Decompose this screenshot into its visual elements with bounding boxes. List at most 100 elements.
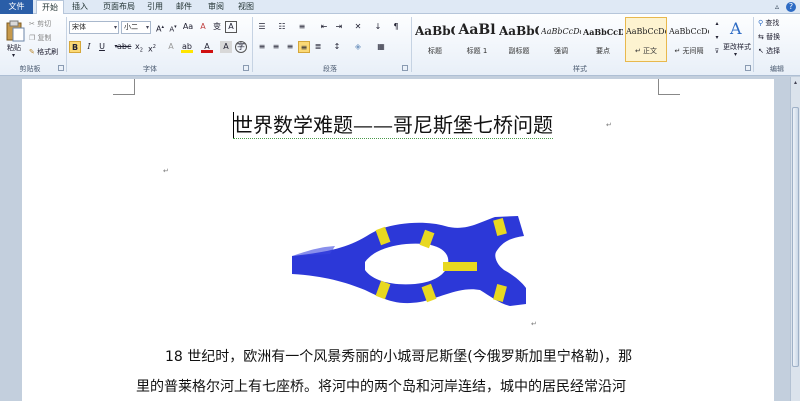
style-name: 副标题 bbox=[508, 47, 530, 55]
style-name: 标题 1 bbox=[466, 47, 488, 55]
style-sample: AaBbCcDd bbox=[669, 27, 709, 36]
konigsberg-bridges-image[interactable] bbox=[290, 212, 530, 312]
font-dialog-launcher-icon[interactable] bbox=[243, 65, 249, 71]
editing-group-label: 编辑 bbox=[770, 65, 784, 73]
font-name-value: 宋体 bbox=[72, 23, 86, 31]
scrollbar-thumb[interactable] bbox=[792, 107, 799, 367]
multilevel-list-icon[interactable]: ≡ bbox=[296, 21, 308, 33]
style-emphasis[interactable]: AaBbCcDd 强调 bbox=[540, 17, 582, 62]
style-no-spacing[interactable]: AaBbCcDd ↵ 无间隔 bbox=[668, 17, 710, 62]
clipboard-dialog-launcher-icon[interactable] bbox=[58, 65, 64, 71]
text-cursor bbox=[233, 112, 234, 138]
minimize-ribbon-icon[interactable]: ▵ bbox=[772, 2, 782, 12]
find-label: 查找 bbox=[765, 19, 780, 27]
italic-button[interactable]: I bbox=[83, 41, 95, 53]
help-icon[interactable]: ? bbox=[786, 2, 796, 12]
style-strong[interactable]: AaBbCcD 要点 bbox=[582, 17, 624, 62]
paragraph-dialog-launcher-icon[interactable] bbox=[402, 65, 408, 71]
replace-button[interactable]: ⇆ 替换 bbox=[757, 31, 797, 43]
increase-indent-icon[interactable]: ⇥ bbox=[333, 21, 345, 33]
style-heading-1[interactable]: AaBl 标题 1 bbox=[456, 17, 498, 62]
ribbon: 粘贴 ▾ ✂ 剪切 ❐ 复制 ✎ 格式刷 剪贴板 宋体 ▾ 小二 ▾ A▴ A▾… bbox=[0, 14, 800, 76]
superscript-button[interactable]: x2 bbox=[146, 41, 158, 54]
align-center-icon[interactable]: ≡ bbox=[270, 41, 282, 53]
group-divider bbox=[66, 17, 67, 72]
margin-marker-top-right bbox=[658, 79, 680, 95]
tab-references[interactable]: 引用 bbox=[143, 0, 167, 14]
style-sample: AaBbCcDd bbox=[541, 27, 581, 36]
binoculars-icon: ⚲ bbox=[758, 19, 764, 27]
font-name-combo[interactable]: 宋体 ▾ bbox=[69, 21, 119, 34]
shrink-font-icon[interactable]: A▾ bbox=[167, 21, 179, 33]
style-sample: AaBbCcD bbox=[583, 27, 623, 37]
grow-font-icon[interactable]: A▴ bbox=[154, 21, 166, 34]
chevron-down-icon: ▾ bbox=[12, 52, 16, 59]
sort-icon[interactable]: ↓ bbox=[372, 21, 384, 33]
phonetic-guide-icon[interactable]: 变 bbox=[211, 21, 223, 33]
chevron-down-icon: ▾ bbox=[113, 24, 117, 31]
style-name: ↵ 正文 bbox=[634, 47, 658, 55]
style-name: 要点 bbox=[596, 47, 610, 55]
bold-button[interactable]: B bbox=[69, 41, 81, 53]
select-label: 选择 bbox=[766, 47, 781, 55]
tab-file[interactable]: 文件 bbox=[0, 0, 33, 14]
char-shading-icon[interactable]: A bbox=[220, 41, 232, 53]
justify-icon[interactable]: ≡ bbox=[298, 41, 310, 53]
align-right-icon[interactable]: ≡ bbox=[284, 41, 296, 53]
scissors-icon: ✂ bbox=[29, 20, 35, 28]
vertical-scrollbar[interactable]: ▴ bbox=[790, 77, 800, 401]
bullets-icon[interactable]: ☰ bbox=[256, 21, 268, 33]
style-subtitle[interactable]: AaBbC 副标题 bbox=[498, 17, 540, 62]
style-sample: AaBbC bbox=[499, 24, 539, 38]
chinese-layout-icon[interactable]: ✕ bbox=[352, 21, 364, 33]
tab-review[interactable]: 审阅 bbox=[204, 0, 228, 14]
body-paragraph-line[interactable]: 18 世纪时，欧洲有一个风景秀丽的小城哥尼斯堡(今俄罗斯加里宁格勒)，那 bbox=[165, 346, 632, 366]
text-effects-icon[interactable]: A bbox=[165, 41, 177, 53]
format-painter-label: 格式刷 bbox=[37, 48, 59, 56]
tab-home[interactable]: 开始 bbox=[36, 0, 64, 15]
style-normal[interactable]: AaBbCcDd ↵ 正文 bbox=[625, 17, 667, 62]
group-divider bbox=[411, 17, 412, 72]
change-styles-button[interactable]: A 更改样式 ▾ bbox=[722, 17, 751, 62]
char-border-icon[interactable]: A bbox=[225, 21, 237, 33]
borders-icon[interactable]: ▦ bbox=[375, 41, 387, 53]
change-case-icon[interactable]: Aa bbox=[182, 21, 194, 33]
styles-dialog-launcher-icon[interactable] bbox=[745, 65, 751, 71]
enclose-char-icon[interactable]: 字 bbox=[235, 41, 247, 53]
body-paragraph-line[interactable]: 里的普莱格尔河上有七座桥。将河中的两个岛和河岸连结，城中的居民经常沿河 bbox=[136, 376, 626, 396]
styles-group-label: 样式 bbox=[573, 65, 587, 73]
tab-mailings[interactable]: 邮件 bbox=[172, 0, 196, 14]
format-painter-button[interactable]: ✎ 格式刷 bbox=[28, 46, 66, 58]
cursor-icon: ↖ bbox=[758, 47, 764, 55]
copy-button[interactable]: ❐ 复制 bbox=[28, 32, 60, 44]
distributed-icon[interactable]: ≣ bbox=[312, 41, 324, 53]
font-size-combo[interactable]: 小二 ▾ bbox=[121, 21, 151, 34]
document-title[interactable]: 世界数学难题——哥尼斯堡七桥问题 bbox=[233, 112, 553, 139]
brush-icon: ✎ bbox=[29, 48, 35, 56]
highlight-color-icon[interactable]: ab bbox=[181, 41, 193, 53]
tab-view[interactable]: 视图 bbox=[234, 0, 258, 14]
style-title[interactable]: AaBbC 标题 bbox=[414, 17, 456, 62]
font-color-icon[interactable]: A bbox=[201, 41, 213, 53]
line-spacing-icon[interactable]: ↕ bbox=[331, 41, 343, 53]
align-left-icon[interactable]: ≡ bbox=[256, 41, 268, 53]
scroll-up-arrow-icon[interactable]: ▴ bbox=[791, 79, 800, 89]
strikethrough-button[interactable]: abc bbox=[117, 41, 131, 53]
shading-icon[interactable]: ◈ bbox=[352, 41, 364, 53]
cut-button[interactable]: ✂ 剪切 bbox=[28, 18, 60, 30]
numbering-icon[interactable]: ☷ bbox=[276, 21, 288, 33]
replace-icon: ⇆ bbox=[758, 33, 764, 41]
underline-button[interactable]: U bbox=[96, 41, 108, 53]
font-group-label: 字体 bbox=[143, 65, 157, 73]
show-marks-icon[interactable]: ¶ bbox=[390, 21, 402, 33]
subscript-button[interactable]: x2 bbox=[133, 41, 145, 54]
find-button[interactable]: ⚲ 查找 bbox=[757, 17, 797, 29]
group-divider bbox=[252, 17, 253, 72]
tab-page-layout[interactable]: 页面布局 bbox=[98, 0, 140, 14]
clear-format-icon[interactable]: A bbox=[197, 21, 209, 33]
decrease-indent-icon[interactable]: ⇤ bbox=[318, 21, 330, 33]
change-styles-icon: A bbox=[730, 19, 742, 38]
select-button[interactable]: ↖ 选择 bbox=[757, 45, 797, 57]
paste-button[interactable]: 粘贴 ▾ bbox=[3, 17, 25, 61]
tab-insert[interactable]: 插入 bbox=[66, 0, 94, 14]
